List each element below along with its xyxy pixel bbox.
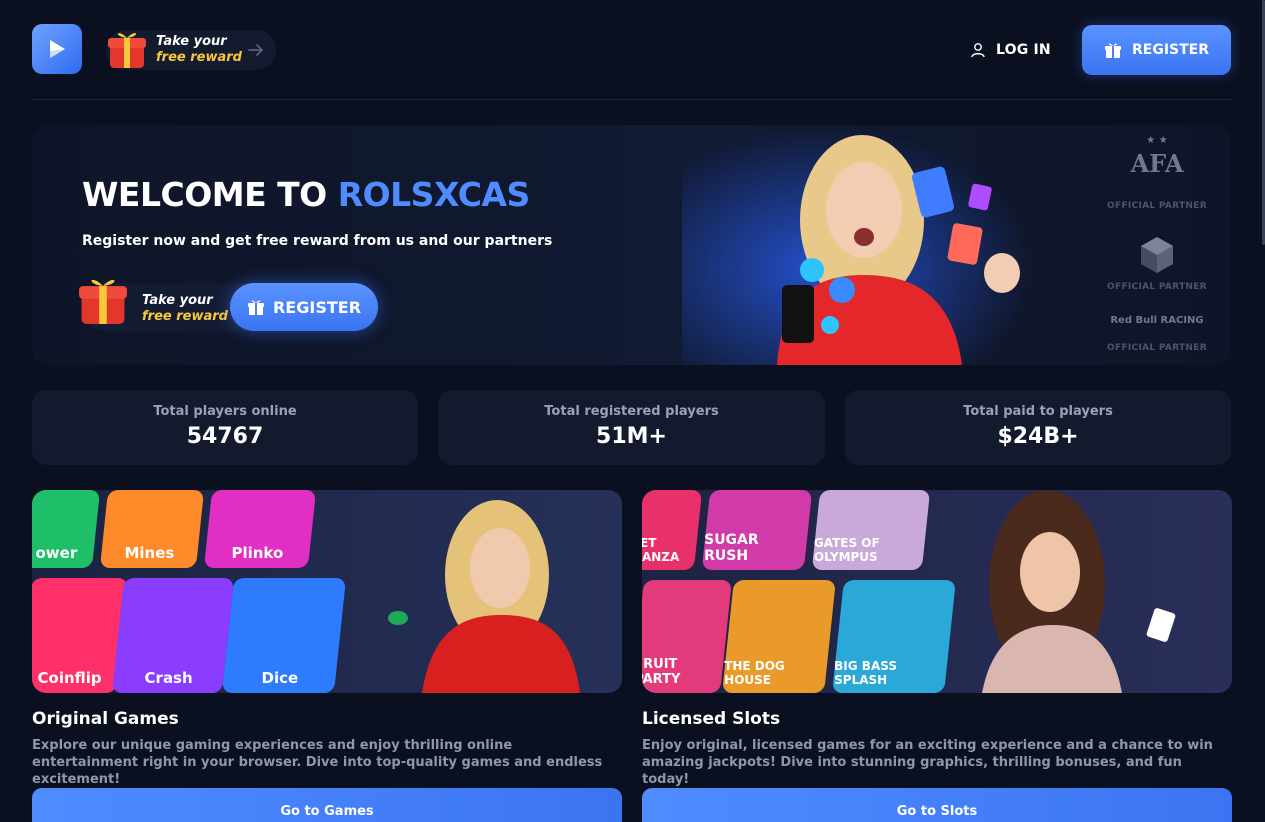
hero-title: WELCOME TO ROLSXCAS	[82, 175, 530, 214]
hero-reward-line2: free reward	[142, 309, 228, 324]
hero-reward-text: Take your free reward	[142, 293, 228, 325]
register-button[interactable]: REGISTER	[1082, 25, 1231, 75]
hero-reward-pill: Take your free reward REGISTER	[79, 279, 378, 331]
redbull-logo: Red Bull RACING	[1110, 315, 1204, 326]
gift-icon	[108, 33, 146, 68]
slot-tile-sugar-rush[interactable]: SUGAR RUSH	[701, 490, 813, 570]
slot-tile-big-bass-splash[interactable]: BIG BASS SPLASH	[832, 580, 956, 693]
hero-register-button[interactable]: REGISTER	[230, 283, 378, 331]
stat-total-paid: Total paid to players $24B+	[845, 390, 1231, 465]
card-title: Original Games	[32, 709, 179, 729]
header-reward-pill[interactable]: Take your free reward	[106, 30, 276, 70]
slot-tile-sweet-bonanza[interactable]: EET NANZA	[642, 490, 703, 570]
go-to-slots-button[interactable]: Go to Slots	[642, 788, 1232, 822]
slot-tile-dog-house[interactable]: THE DOG HOUSE	[722, 580, 836, 693]
licensed-slots-banner[interactable]: EET NANZA SUGAR RUSH GATES OF OLYMPUS FR…	[642, 490, 1232, 693]
slot-tile-gates-of-olympus[interactable]: GATES OF OLYMPUS	[811, 490, 931, 570]
stat-value: 51M+	[596, 424, 667, 449]
hero-illustration	[682, 125, 1032, 365]
gift-icon	[79, 279, 127, 324]
reward-line2: free reward	[156, 50, 242, 65]
slot-tile-fruit-party[interactable]: FRUIT PARTY	[642, 580, 732, 693]
afa-logo: AFA	[1130, 149, 1184, 178]
user-icon	[971, 43, 985, 58]
login-button[interactable]: LOG IN	[970, 36, 1051, 64]
card-title: Licensed Slots	[642, 709, 781, 729]
card-description: Explore our unique gaming experiences an…	[32, 738, 603, 787]
hero-reward-line1: Take your	[142, 293, 213, 308]
original-games-banner[interactable]: ower Mines Plinko Coinflip Crash Dice	[32, 490, 622, 693]
licensed-slots-card: EET NANZA SUGAR RUSH GATES OF OLYMPUS FR…	[642, 490, 1232, 822]
hero-title-accent: ROLSXCAS	[337, 175, 531, 214]
stat-label: Total players online	[153, 404, 297, 419]
partner-label: OFFICIAL PARTNER	[1107, 282, 1207, 292]
play-logo-icon	[50, 40, 65, 58]
stat-players-online: Total players online 54767	[32, 390, 418, 465]
scrollbar-track[interactable]	[1261, 0, 1265, 822]
page: Take your free reward LOG IN REGISTER WE…	[0, 0, 1265, 822]
hero-title-prefix: WELCOME TO	[82, 175, 327, 214]
cube-logo-icon	[1141, 237, 1173, 273]
game-tile-crash[interactable]: Crash	[111, 578, 235, 693]
afa-stars-icon: ★ ★	[1146, 135, 1168, 146]
stat-label: Total registered players	[544, 404, 719, 419]
stat-value: 54767	[186, 424, 264, 449]
login-label: LOG IN	[996, 42, 1051, 58]
register-label: REGISTER	[1131, 42, 1210, 58]
hero-banner: WELCOME TO ROLSXCAS Register now and get…	[32, 125, 1231, 365]
partner-label: OFFICIAL PARTNER	[1107, 201, 1207, 211]
stat-label: Total paid to players	[963, 404, 1113, 419]
gift-icon	[1104, 43, 1121, 58]
game-tile-tower[interactable]: ower	[32, 490, 101, 568]
game-tile-dice[interactable]: Dice	[221, 578, 347, 693]
hero-register-label: REGISTER	[272, 297, 362, 317]
arrow-right-icon	[248, 44, 264, 56]
card-description: Enjoy original, licensed games for an ex…	[642, 738, 1213, 787]
original-games-card: ower Mines Plinko Coinflip Crash Dice Or…	[32, 490, 622, 822]
dealer-illustration	[388, 500, 580, 693]
header-divider	[32, 99, 1231, 100]
stat-registered-players: Total registered players 51M+	[438, 390, 825, 465]
header: Take your free reward LOG IN REGISTER	[32, 24, 1231, 76]
partners-column: AFA ★ ★ OFFICIAL PARTNER OFFICIAL PARTNE…	[1092, 135, 1222, 355]
game-tile-plinko[interactable]: Plinko	[203, 490, 317, 568]
game-tile-mines[interactable]: Mines	[99, 490, 205, 568]
gift-icon	[247, 300, 264, 315]
reward-line1: Take your	[156, 34, 227, 49]
logo[interactable]	[32, 24, 82, 74]
stat-value: $24B+	[997, 424, 1079, 449]
dealer-illustration	[982, 490, 1176, 693]
go-to-games-button[interactable]: Go to Games	[32, 788, 622, 822]
hero-subtitle: Register now and get free reward from us…	[82, 233, 553, 249]
partner-label: OFFICIAL PARTNER	[1107, 343, 1207, 353]
reward-text: Take your free reward	[156, 34, 242, 66]
